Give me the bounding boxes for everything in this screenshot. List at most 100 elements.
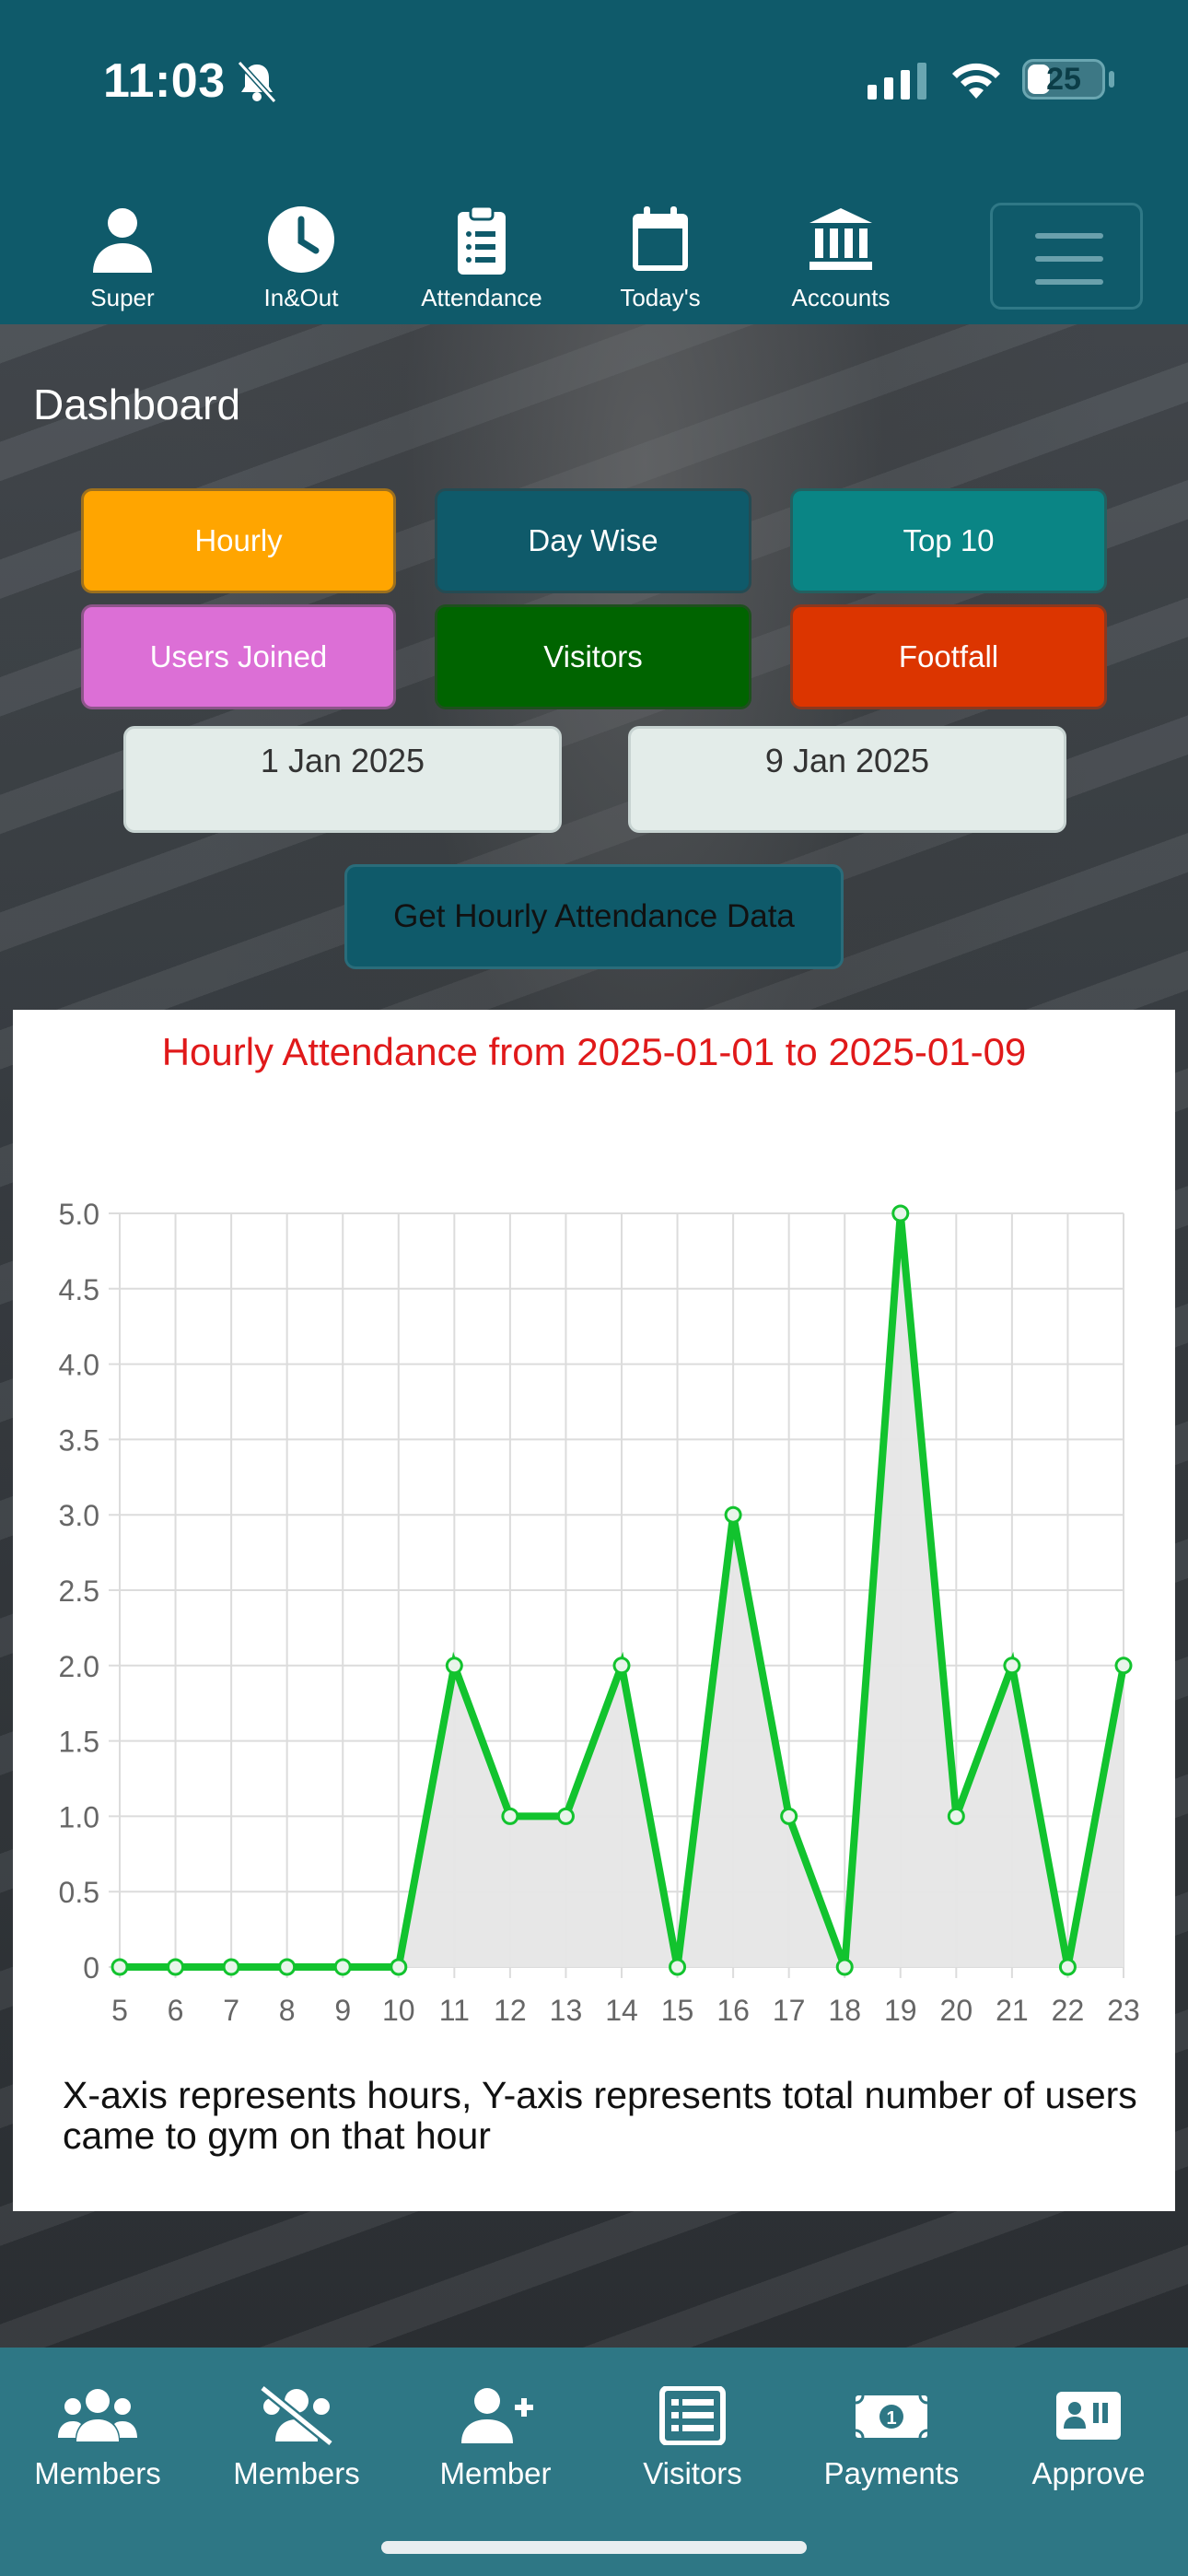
- bank-icon: [809, 208, 872, 270]
- y-tick-label: 3.5: [59, 1423, 99, 1457]
- status-time: 11:03: [103, 54, 226, 108]
- y-tick-label: 4.5: [59, 1273, 99, 1306]
- x-tick-label: 13: [550, 1994, 583, 2027]
- end-date-picker[interactable]: 9 Jan 2025: [628, 726, 1066, 833]
- list-icon: [659, 2386, 726, 2445]
- menu-toggle-button[interactable]: [990, 203, 1143, 310]
- nav-accounts[interactable]: Accounts: [753, 203, 928, 312]
- users-icon: [58, 2389, 137, 2441]
- users-joined-button[interactable]: Users Joined: [81, 604, 396, 709]
- tab-members[interactable]: Members: [6, 2386, 190, 2491]
- x-tick-label: 8: [279, 1994, 296, 2027]
- data-point: [835, 1958, 854, 1976]
- data-point: [390, 1958, 408, 1976]
- y-tick-label: 3.0: [59, 1499, 99, 1532]
- nav-accounts-label: Accounts: [791, 284, 891, 311]
- data-point: [501, 1807, 519, 1825]
- y-tick-label: 2.0: [59, 1650, 99, 1683]
- chart-caption: X-axis represents hours, Y-axis represen…: [63, 2074, 1137, 2157]
- nav-in-out-label: In&Out: [263, 284, 339, 311]
- nav-in-out[interactable]: In&Out: [214, 203, 389, 312]
- x-tick-label: 18: [828, 1994, 861, 2027]
- data-point: [724, 1505, 742, 1524]
- id-card-icon: [1056, 2392, 1121, 2440]
- tab-visitors[interactable]: Visitors: [600, 2386, 785, 2491]
- hourly-attendance-chart: 0 0.5 1.0 1.5 2.0 2.5 3.0 3.5 4.0 4.5 5.0 5 6 7 8 9 10 11…: [59, 1198, 1140, 2027]
- x-tick-label: 14: [605, 1994, 638, 2027]
- x-tick-label: 7: [223, 1994, 239, 2027]
- x-tick-label: 12: [494, 1994, 527, 2027]
- x-tick-label: 20: [940, 1994, 973, 2027]
- y-tick-label: 0: [83, 1951, 99, 1985]
- tab-payments-label: Payments: [823, 2456, 960, 2490]
- tab-add-member-label: Member: [439, 2456, 552, 2490]
- data-point: [167, 1958, 185, 1976]
- clock-icon: [268, 206, 334, 273]
- x-tick-label: 22: [1052, 1994, 1085, 2027]
- user-icon: [93, 208, 152, 273]
- y-tick-label: 4.0: [59, 1349, 99, 1382]
- nav-super-label: Super: [90, 284, 155, 311]
- svg-text:1: 1: [886, 2408, 896, 2429]
- signal-icon: [868, 63, 926, 100]
- x-tick-label: 11: [439, 1994, 470, 2027]
- x-tick-label: 16: [716, 1994, 750, 2027]
- data-point: [891, 1204, 910, 1223]
- y-tick-label: 1.5: [59, 1726, 99, 1759]
- nav-super[interactable]: Super: [35, 203, 210, 312]
- hourly-button[interactable]: Hourly: [81, 488, 396, 593]
- home-indicator: [381, 2541, 807, 2554]
- x-tick-label: 19: [884, 1994, 917, 2027]
- tab-inactive-members-label: Members: [233, 2456, 360, 2490]
- clipboard-icon: [458, 205, 506, 275]
- wifi-icon: [952, 63, 1000, 99]
- x-tick-label: 17: [773, 1994, 806, 2027]
- tab-approve[interactable]: Approve: [996, 2386, 1181, 2491]
- y-tick-label: 0.5: [59, 1876, 99, 1909]
- data-point: [669, 1958, 687, 1976]
- footfall-button[interactable]: Footfall: [790, 604, 1107, 709]
- nav-attendance-label: Attendance: [421, 284, 542, 311]
- chart-card: Hourly Attendance from 2025-01-01 to 202…: [13, 1010, 1175, 2211]
- data-point: [1114, 1657, 1133, 1675]
- visitors-button[interactable]: Visitors: [435, 604, 751, 709]
- nav-todays-label: Today's: [620, 284, 701, 311]
- tab-members-label: Members: [34, 2456, 161, 2490]
- users-slash-icon: [259, 2386, 334, 2445]
- top-10-button[interactable]: Top 10: [790, 488, 1107, 593]
- tab-payments[interactable]: 1 Payments: [799, 2386, 984, 2491]
- x-tick-label: 21: [996, 1994, 1029, 2027]
- day-wise-button[interactable]: Day Wise: [435, 488, 751, 593]
- data-point: [1058, 1958, 1077, 1976]
- y-tick-label: 2.5: [59, 1575, 99, 1608]
- start-date-picker[interactable]: 1 Jan 2025: [123, 726, 562, 833]
- money-icon: 1: [855, 2395, 928, 2439]
- tab-visitors-label: Visitors: [643, 2456, 742, 2490]
- battery-indicator: 25: [1022, 59, 1105, 100]
- data-point: [947, 1807, 965, 1825]
- tab-inactive-members[interactable]: Members: [204, 2386, 389, 2491]
- nav-attendance[interactable]: Attendance: [394, 203, 569, 312]
- bell-muted-icon: [237, 60, 277, 104]
- data-point: [111, 1958, 129, 1976]
- user-plus-icon: [461, 2388, 533, 2443]
- data-point: [780, 1807, 798, 1825]
- data-point: [556, 1807, 575, 1825]
- x-tick-label: 9: [334, 1994, 351, 2027]
- app-header: 11:03 25 Super In&Out Attendance Today's…: [0, 0, 1188, 324]
- page-title: Dashboard: [33, 381, 241, 428]
- data-point: [612, 1657, 631, 1675]
- x-tick-label: 6: [168, 1994, 184, 2027]
- tab-add-member[interactable]: Member: [403, 2386, 588, 2491]
- data-point: [445, 1657, 463, 1675]
- data-point: [222, 1958, 240, 1976]
- data-point: [278, 1958, 297, 1976]
- y-tick-label: 1.0: [59, 1800, 99, 1833]
- data-point: [333, 1958, 352, 1976]
- y-tick-label: 5.0: [59, 1198, 99, 1231]
- nav-todays[interactable]: Today's: [573, 203, 748, 312]
- x-tick-label: 10: [382, 1994, 415, 2027]
- x-tick-label: 15: [661, 1994, 694, 2027]
- data-point: [1003, 1657, 1021, 1675]
- get-hourly-attendance-button[interactable]: Get Hourly Attendance Data: [344, 864, 844, 969]
